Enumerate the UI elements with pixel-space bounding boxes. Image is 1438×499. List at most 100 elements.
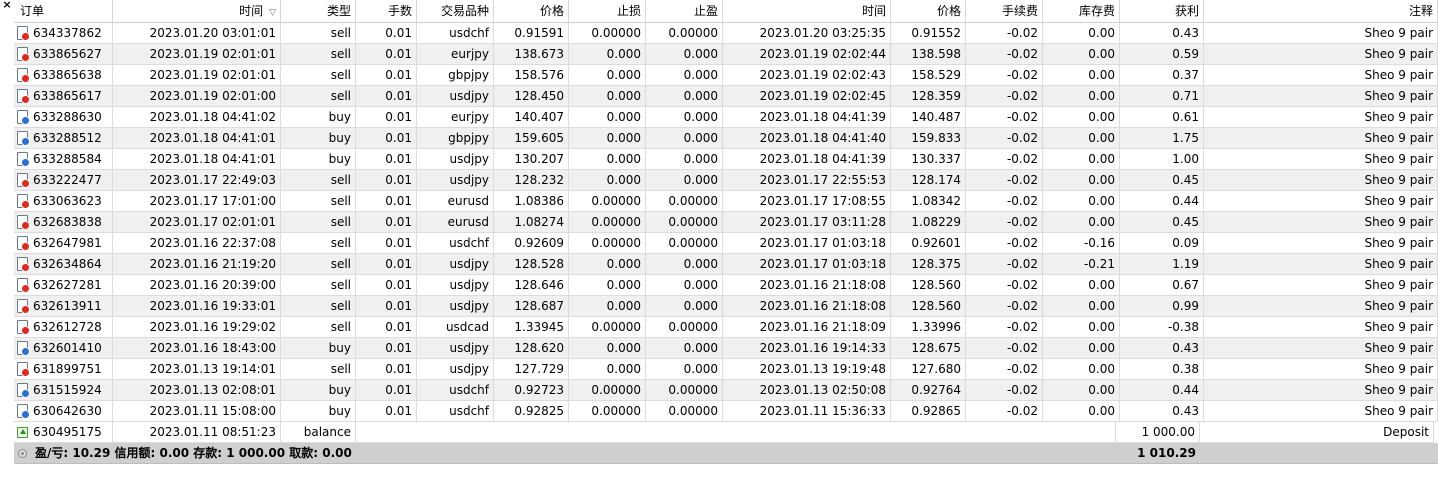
- col-header-open-time[interactable]: 时间 ▽: [113, 0, 281, 23]
- table-row[interactable]: 632627281 2023.01.16 20:39:00 sell 0.01 usdj…: [14, 275, 1438, 296]
- take-profit: 0.000: [646, 65, 723, 86]
- symbol: usdjpy: [417, 86, 494, 107]
- col-header-open-price[interactable]: 价格: [494, 0, 569, 23]
- commission: -0.02: [966, 233, 1043, 254]
- col-header-swap[interactable]: 库存费: [1043, 0, 1120, 23]
- open-time: 2023.01.11 15:08:00: [113, 401, 281, 422]
- swap: 0.00: [1043, 107, 1120, 128]
- profit: 0.67: [1120, 275, 1204, 296]
- type: sell: [281, 44, 356, 65]
- swap: 0.00: [1043, 65, 1120, 86]
- table-row[interactable]: 630642630 2023.01.11 15:08:00 buy 0.01 usdch…: [14, 401, 1438, 422]
- table-row[interactable]: 632647981 2023.01.16 22:37:08 sell 0.01 usdc…: [14, 233, 1438, 254]
- profit: 0.45: [1120, 170, 1204, 191]
- type: buy: [281, 380, 356, 401]
- close-price: 0.92865: [891, 401, 966, 422]
- type: sell: [281, 23, 356, 44]
- stop-loss: 0.00000: [569, 212, 646, 233]
- table-row[interactable]: 633288630 2023.01.18 04:41:02 buy 0.01 eurjp…: [14, 107, 1438, 128]
- symbol: usdjpy: [417, 170, 494, 191]
- col-header-profit[interactable]: 获利: [1120, 0, 1204, 23]
- table-row[interactable]: 632683838 2023.01.17 02:01:01 sell 0.01 euru…: [14, 212, 1438, 233]
- table-row[interactable]: 633063623 2023.01.17 17:01:00 sell 0.01 euru…: [14, 191, 1438, 212]
- col-header-symbol[interactable]: 交易品种: [417, 0, 494, 23]
- close-price: 0.91552: [891, 23, 966, 44]
- buy-dot-icon: [21, 137, 30, 146]
- col-header-close-time[interactable]: 时间: [723, 0, 891, 23]
- table-row[interactable]: 633288584 2023.01.18 04:41:01 buy 0.01 usdjp…: [14, 149, 1438, 170]
- order-cell: 633063623: [14, 191, 113, 212]
- order-number: 632601410: [33, 341, 102, 355]
- close-price: 128.560: [891, 296, 966, 317]
- col-header-comment[interactable]: 注释: [1204, 0, 1438, 23]
- swap: 0.00: [1043, 149, 1120, 170]
- take-profit: 0.000: [646, 170, 723, 191]
- symbol: usdjpy: [417, 338, 494, 359]
- table-row[interactable]: 632634864 2023.01.16 21:19:20 sell 0.01 usdj…: [14, 254, 1438, 275]
- type: sell: [281, 65, 356, 86]
- stop-loss: 0.00000: [569, 233, 646, 254]
- close-icon[interactable]: ×: [0, 0, 14, 11]
- comment: Sheo 9 pair: [1204, 149, 1438, 170]
- table-row[interactable]: 631899751 2023.01.13 19:14:01 sell 0.01 usdj…: [14, 359, 1438, 380]
- order-number: 632634864: [33, 257, 102, 271]
- table-row[interactable]: 633222477 2023.01.17 22:49:03 sell 0.01 usdj…: [14, 170, 1438, 191]
- open-price: 0.92723: [494, 380, 569, 401]
- profit: 0.43: [1120, 401, 1204, 422]
- table-row[interactable]: 634337862 2023.01.20 03:01:01 sell 0.01 usdc…: [14, 23, 1438, 44]
- order-number: 631515924: [33, 383, 102, 397]
- type: sell: [281, 254, 356, 275]
- stop-loss: 0.000: [569, 128, 646, 149]
- table-row[interactable]: 632612728 2023.01.16 19:29:02 sell 0.01 usdc…: [14, 317, 1438, 338]
- close-price: 128.359: [891, 86, 966, 107]
- take-profit: 0.00000: [646, 233, 723, 254]
- col-header-close-price[interactable]: 价格: [891, 0, 966, 23]
- type: sell: [281, 317, 356, 338]
- buy-dot-icon: [21, 410, 30, 419]
- comment: Sheo 9 pair: [1204, 23, 1438, 44]
- lots: 0.01: [356, 233, 417, 254]
- buy-order-icon: [17, 404, 30, 419]
- order-cell: 632647981: [14, 233, 113, 254]
- table-row[interactable]: 633865617 2023.01.19 02:01:00 sell 0.01 usdj…: [14, 86, 1438, 107]
- sell-dot-icon: [21, 179, 30, 188]
- col-header-lots[interactable]: 手数: [356, 0, 417, 23]
- symbol: eurusd: [417, 212, 494, 233]
- col-header-take-profit[interactable]: 止盈: [646, 0, 723, 23]
- close-price: 128.174: [891, 170, 966, 191]
- col-header-type[interactable]: 类型: [281, 0, 356, 23]
- open-time: 2023.01.16 18:43:00: [113, 338, 281, 359]
- close-time: 2023.01.19 02:02:44: [723, 44, 891, 65]
- comment: Sheo 9 pair: [1204, 401, 1438, 422]
- symbol: usdjpy: [417, 296, 494, 317]
- stop-loss: 0.000: [569, 254, 646, 275]
- sell-dot-icon: [21, 305, 30, 314]
- close-price: 138.598: [891, 44, 966, 65]
- buy-order-icon: [17, 131, 30, 146]
- open-time: 2023.01.19 02:01:01: [113, 44, 281, 65]
- col-header-stop-loss[interactable]: 止损: [569, 0, 646, 23]
- balance-row[interactable]: 630495175 2023.01.11 08:51:23 balance 1 …: [14, 422, 1438, 443]
- table-row[interactable]: 633865627 2023.01.19 02:01:01 sell 0.01 eurj…: [14, 44, 1438, 65]
- commission: -0.02: [966, 44, 1043, 65]
- table-row[interactable]: 633865638 2023.01.19 02:01:01 sell 0.01 gbpj…: [14, 65, 1438, 86]
- table-row[interactable]: 631515924 2023.01.13 02:08:01 buy 0.01 usdch…: [14, 380, 1438, 401]
- col-header-order[interactable]: 订单: [14, 0, 113, 23]
- stop-loss: 0.000: [569, 275, 646, 296]
- commission: -0.02: [966, 401, 1043, 422]
- take-profit: 0.00000: [646, 212, 723, 233]
- table-row[interactable]: 632613911 2023.01.16 19:33:01 sell 0.01 usdj…: [14, 296, 1438, 317]
- table-row[interactable]: 632601410 2023.01.16 18:43:00 buy 0.01 usdjp…: [14, 338, 1438, 359]
- symbol: usdchf: [417, 233, 494, 254]
- summary-icon: [18, 448, 27, 458]
- commission: -0.02: [966, 128, 1043, 149]
- profit: 0.99: [1120, 296, 1204, 317]
- open-price: 159.605: [494, 128, 569, 149]
- take-profit: 0.000: [646, 86, 723, 107]
- take-profit: 0.00000: [646, 401, 723, 422]
- type: buy: [281, 128, 356, 149]
- table-row[interactable]: 633288512 2023.01.18 04:41:01 buy 0.01 gbpjp…: [14, 128, 1438, 149]
- col-header-commission[interactable]: 手续费: [966, 0, 1043, 23]
- close-time: 2023.01.16 19:14:33: [723, 338, 891, 359]
- commission: -0.02: [966, 65, 1043, 86]
